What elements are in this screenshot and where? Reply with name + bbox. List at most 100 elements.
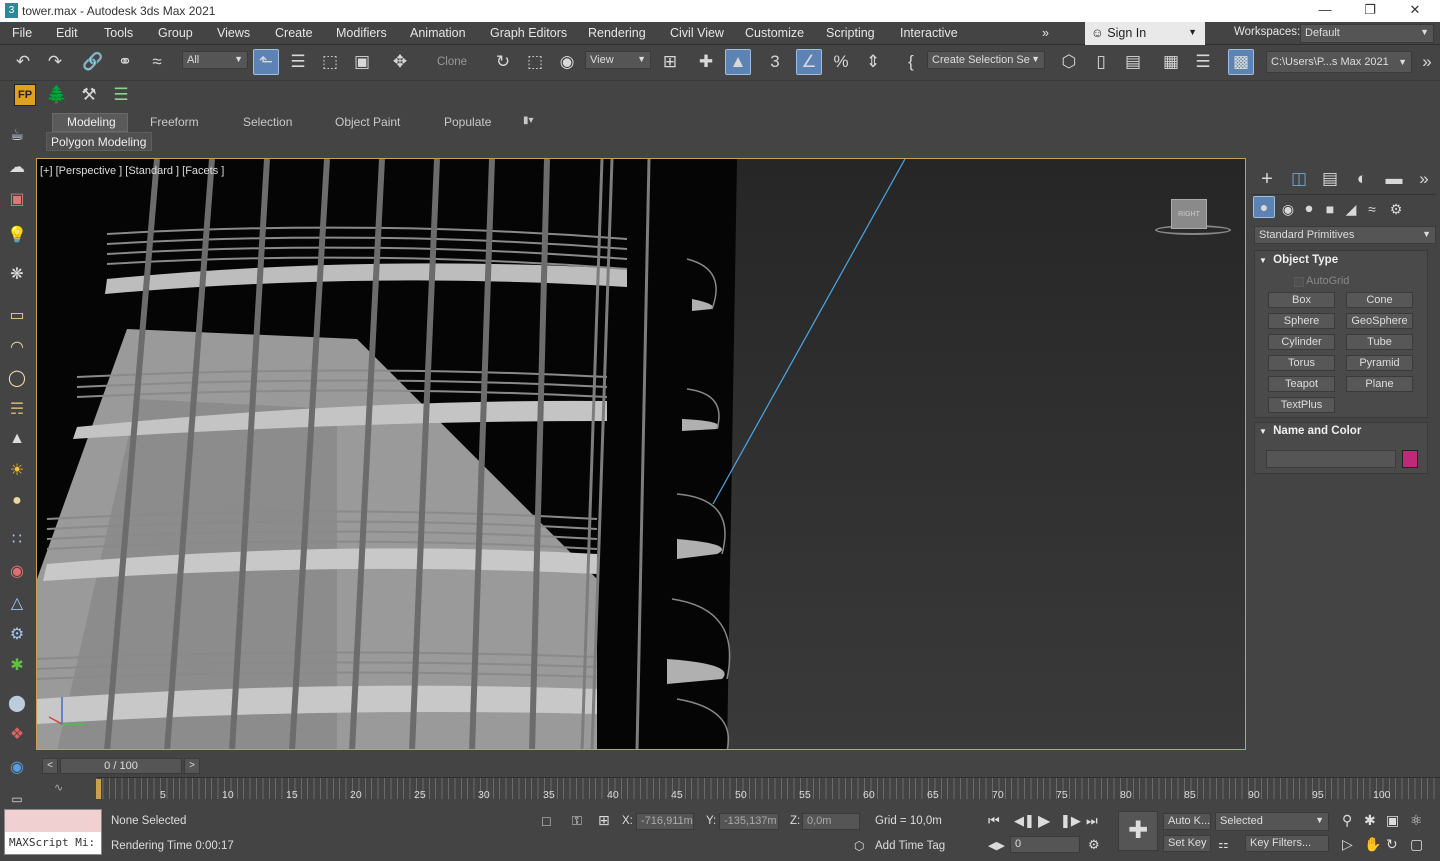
display-tab-icon[interactable]: ▬ — [1381, 166, 1407, 192]
auto-key-button[interactable]: Auto K... — [1163, 813, 1211, 830]
align-icon[interactable]: ▯ — [1088, 49, 1114, 75]
tools-icon[interactable]: ⚒ — [76, 82, 102, 108]
spheres-icon[interactable]: ◉ — [4, 558, 30, 584]
prev-frame-icon[interactable]: < — [42, 758, 58, 774]
select-and-move-icon[interactable]: ✥ — [387, 49, 413, 75]
menu-create[interactable]: Create — [275, 26, 313, 40]
goto-end-icon[interactable]: ⏭ — [1086, 813, 1098, 829]
maxscript-listener[interactable]: MAXScript Mi: — [4, 809, 102, 855]
keyboard-shortcut-override-icon[interactable]: ▲ — [725, 49, 751, 75]
key-filters-button[interactable]: Key Filters... — [1245, 835, 1329, 852]
x-coordinate-field[interactable]: -716,911m — [636, 813, 694, 830]
redo-icon[interactable]: ↷ — [42, 49, 68, 75]
menu-animation[interactable]: Animation — [410, 26, 466, 40]
hierarchy-tab-icon[interactable]: ▤ — [1317, 166, 1343, 192]
absolute-mode-icon[interactable]: ⊞ — [598, 812, 610, 829]
toolbar-overflow-icon[interactable]: » — [1414, 49, 1440, 75]
perspective-viewport[interactable]: [+] [Perspective ] [Standard ] [Facets ]… — [36, 158, 1246, 750]
viewport-label[interactable]: [+] [Perspective ] [Standard ] [Facets ] — [40, 165, 224, 177]
textplus-button[interactable]: TextPlus — [1268, 397, 1335, 413]
arc-rotate-icon[interactable]: ↻ — [1386, 836, 1398, 853]
previous-frame-icon[interactable]: ◀❚ — [1014, 813, 1035, 829]
pyramid-button[interactable]: Pyramid — [1346, 355, 1413, 371]
key-mode-icon[interactable]: ◀▶ — [988, 839, 1005, 852]
link-icon[interactable]: 🔗 — [80, 49, 106, 75]
key-filter-icon[interactable]: ⚏ — [1218, 837, 1229, 851]
modify-tab-icon[interactable]: ◫ — [1286, 166, 1312, 192]
image-icon[interactable]: ▣ — [4, 186, 30, 212]
object-name-input[interactable] — [1266, 450, 1396, 468]
ring-icon[interactable]: ◯ — [4, 365, 30, 391]
cone-button[interactable]: Cone — [1346, 292, 1413, 308]
select-manipulate-icon[interactable]: ✚ — [693, 49, 719, 75]
field-of-view-icon[interactable]: ▷ — [1342, 836, 1353, 853]
space-warps-icon[interactable]: ≈ — [1359, 196, 1385, 222]
tab-populate[interactable]: Populate — [444, 115, 491, 129]
project-path-dropdown[interactable]: C:\Users\P...s Max 2021 ▼ — [1266, 51, 1412, 73]
next-frame-icon[interactable]: > — [184, 758, 200, 774]
plane-icon[interactable]: ▭ — [4, 302, 30, 328]
menu-rendering[interactable]: Rendering — [588, 26, 646, 40]
cylinder-button[interactable]: Cylinder — [1268, 334, 1335, 350]
menu-edit[interactable]: Edit — [56, 26, 78, 40]
teapot-button[interactable]: Teapot — [1268, 376, 1335, 392]
geosphere-button[interactable]: GeoSphere — [1346, 313, 1413, 329]
ribbon-toggle-icon[interactable]: ▩ — [1228, 49, 1254, 75]
pyramid-icon[interactable]: △ — [4, 590, 30, 616]
menu-overflow-icon[interactable]: » — [1042, 26, 1049, 40]
next-frame-button-icon[interactable]: ❚▶ — [1060, 813, 1081, 829]
isolate-selection-icon[interactable]: □ — [542, 813, 550, 829]
maxscript-input[interactable]: MAXScript Mi: — [9, 836, 95, 849]
zoom-extents-icon[interactable]: ▣ — [1386, 812, 1399, 829]
menu-views[interactable]: Views — [217, 26, 250, 40]
zoom-icon[interactable]: ⚲ — [1342, 812, 1352, 829]
tube-button[interactable]: Tube — [1346, 334, 1413, 350]
lock-icon[interactable]: ⚿ — [572, 813, 582, 829]
sphere-icon[interactable]: ⬤ — [4, 690, 30, 716]
workspace-dropdown[interactable]: Default ▼ — [1300, 24, 1434, 43]
sphere-button[interactable]: Sphere — [1268, 313, 1335, 329]
pivot-center-icon[interactable]: ⊞ — [657, 49, 683, 75]
play-icon[interactable]: ▶ — [1038, 811, 1050, 831]
tab-selection[interactable]: Selection — [243, 115, 292, 129]
select-and-place-icon[interactable]: ◉ — [554, 49, 580, 75]
cloud-icon[interactable]: ☁ — [4, 154, 30, 180]
box-button[interactable]: Box — [1268, 292, 1335, 308]
mirror-icon[interactable]: ⬡ — [1056, 49, 1082, 75]
sign-in-button[interactable]: ☺ Sign In ▼ — [1085, 22, 1205, 45]
select-by-name-icon[interactable]: ☰ — [285, 49, 311, 75]
name-color-header[interactable]: ▼ Name and Color — [1254, 425, 1428, 443]
menu-civil-view[interactable]: Civil View — [670, 26, 724, 40]
set-key-big-button[interactable]: ✚ — [1118, 811, 1158, 851]
key-set-dropdown[interactable]: Selected ▼ — [1215, 812, 1329, 831]
rectangular-selection-icon[interactable]: ⬚ — [317, 49, 343, 75]
menu-graph-editors[interactable]: Graph Editors — [490, 26, 567, 40]
orbit-icon[interactable]: ⚛ — [1410, 812, 1423, 829]
viewcube[interactable]: RIGHT — [1155, 197, 1231, 237]
current-frame-marker[interactable] — [96, 779, 101, 799]
color-balls-icon[interactable]: ❖ — [4, 721, 30, 747]
hemisphere-icon[interactable]: ◠ — [4, 334, 30, 360]
selection-filter-dropdown[interactable]: All ▼ — [182, 51, 248, 69]
undo-icon[interactable]: ↶ — [10, 49, 36, 75]
z-coordinate-field[interactable]: 0,0m — [802, 813, 860, 830]
spinner-snap-icon[interactable]: ⇕ — [860, 49, 886, 75]
disc-icon[interactable]: ● — [4, 488, 30, 514]
menu-modifiers[interactable]: Modifiers — [336, 26, 387, 40]
layer-explorer-icon[interactable]: ▦ — [1158, 49, 1184, 75]
grid-dots-icon[interactable]: ∷ — [4, 526, 30, 552]
reference-coordinate-dropdown[interactable]: View ▼ — [585, 51, 651, 69]
percent-snap-icon[interactable]: % — [828, 49, 854, 75]
maximize-viewport-icon[interactable]: ▢ — [1410, 836, 1423, 853]
tree-icon[interactable]: 🌲 — [44, 82, 70, 108]
menu-tools[interactable]: Tools — [104, 26, 133, 40]
time-config-icon[interactable]: ⚙ — [1088, 837, 1100, 853]
systems-icon[interactable]: ⚙ — [1383, 196, 1409, 222]
forest-pack-icon[interactable]: FP — [14, 84, 36, 106]
mini-curve-editor-icon[interactable]: ∿ — [54, 781, 63, 794]
torus-button[interactable]: Torus — [1268, 355, 1335, 371]
goto-start-icon[interactable]: ⏮ — [988, 813, 1000, 829]
list-icon[interactable]: ☰ — [108, 82, 134, 108]
bind-space-warp-icon[interactable]: ≈ — [144, 49, 170, 75]
restore-icon[interactable]: ❐ — [1350, 2, 1390, 18]
